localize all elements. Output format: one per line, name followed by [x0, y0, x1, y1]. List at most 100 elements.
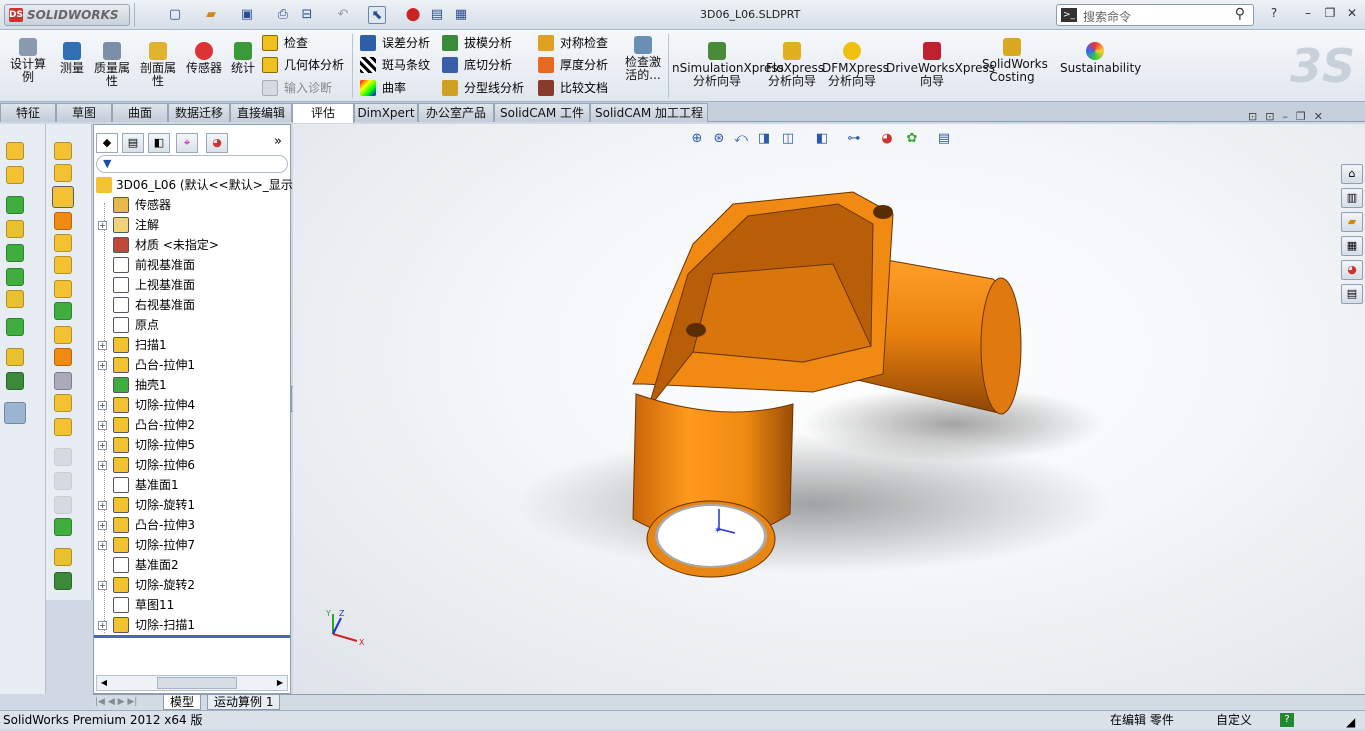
tree-node[interactable]: + 凸台-拉伸3 [94, 515, 290, 535]
section-properties-button[interactable]: 剖面属性 [138, 42, 178, 88]
file-explorer-icon[interactable]: ▰ [1341, 212, 1363, 232]
sensor-button[interactable]: 传感器 [184, 42, 224, 75]
reference-point-icon[interactable] [54, 548, 72, 566]
tree-node[interactable]: 原点 [94, 315, 290, 335]
thickness-analysis-button[interactable]: 厚度分析 [536, 55, 608, 75]
costing-button[interactable]: SolidWorks Costing [982, 38, 1048, 84]
magnifier-icon[interactable]: ⚲ [1235, 6, 1245, 22]
tree-node[interactable]: 材质 <未指定> [94, 235, 290, 255]
cut-icon[interactable] [54, 212, 72, 230]
hole-wizard-icon[interactable] [54, 234, 72, 252]
mass-properties-button[interactable]: 质量属性 [92, 42, 132, 88]
rib-icon[interactable] [6, 220, 24, 238]
tab-solidcam-stock[interactable]: SolidCAM 工件 [494, 103, 590, 122]
viewport-window-controls[interactable]: ⊡⊡–❐✕ [1248, 110, 1331, 123]
tab-motion-study[interactable]: 运动算例 1 [207, 695, 281, 710]
curvature-button[interactable]: 曲率 [358, 78, 406, 98]
scroll-right-icon[interactable]: ▶ [273, 676, 287, 690]
design-study-button[interactable]: 设计算例 [8, 38, 48, 84]
expand-node-icon[interactable]: + [98, 341, 107, 350]
status-arrow-icon[interactable]: ◢ [1346, 713, 1355, 731]
home-icon[interactable]: ⌂ [1341, 164, 1363, 184]
parting-line-button[interactable]: 分型线分析 [440, 78, 524, 98]
floxpress-button[interactable]: FloXpress分析向导 [766, 42, 824, 88]
tree-node[interactable]: + 切除-拉伸7 [94, 535, 290, 555]
move-face-icon[interactable] [54, 518, 72, 536]
display-manager-tab-icon[interactable]: ◕ [206, 133, 228, 153]
geometry-analysis-button[interactable]: 几何体分析 [260, 55, 344, 75]
custom-properties-icon[interactable]: ▤ [1341, 284, 1363, 304]
expand-node-icon[interactable]: + [98, 461, 107, 470]
compare-documents-button[interactable]: 比较文档 [536, 78, 608, 98]
tree-node[interactable]: + 凸台-拉伸1 [94, 355, 290, 375]
file-properties-icon[interactable]: ▤ [428, 6, 446, 24]
property-manager-tab-icon[interactable]: ▤ [122, 133, 144, 153]
sweep-boss-icon[interactable] [54, 142, 72, 160]
draft-tool-icon[interactable] [6, 268, 24, 286]
symmetry-check-button[interactable]: 对称检查 [536, 33, 608, 53]
zebra-stripes-button[interactable]: 斑马条纹 [358, 55, 430, 75]
fillet-icon[interactable] [6, 196, 24, 214]
helix-icon[interactable] [54, 572, 72, 590]
flex-icon[interactable] [54, 326, 72, 344]
tab-model[interactable]: 模型 [163, 695, 202, 710]
tab-navigation-icon[interactable]: |◀ ◀ ▶ ▶| [95, 695, 161, 710]
tab-dimxpert[interactable]: DimXpert [354, 103, 418, 122]
print-icon[interactable]: ⎙ [274, 6, 292, 24]
tree-node[interactable]: 抽壳1 [94, 375, 290, 395]
chamfer-icon[interactable] [54, 256, 72, 274]
minimize-icon[interactable]: – [1298, 6, 1318, 22]
scroll-left-icon[interactable]: ◀ [97, 676, 111, 690]
rebuild-icon[interactable]: ⬤ [404, 6, 422, 24]
search-box[interactable]: >_ 搜索命令 ⚲ [1056, 4, 1254, 26]
reference-geometry-icon[interactable] [6, 348, 24, 366]
extrude-boss-icon[interactable] [6, 142, 24, 160]
tree-node[interactable]: + 注解 [94, 215, 290, 235]
feature-manager-tab-icon[interactable]: ◆ [96, 133, 118, 153]
dome-icon[interactable] [54, 302, 72, 320]
split-icon[interactable] [54, 418, 72, 436]
dimxpert-manager-tab-icon[interactable]: ⌖ [176, 133, 198, 153]
expand-node-icon[interactable]: + [98, 401, 107, 410]
tab-evaluate[interactable]: 评估 [292, 103, 354, 123]
statistics-button[interactable]: 统计 [228, 42, 258, 75]
tree-node[interactable]: 上视基准面 [94, 275, 290, 295]
status-units[interactable]: 自定义 [1216, 711, 1252, 729]
freeform-icon[interactable] [54, 348, 72, 366]
expand-node-icon[interactable]: + [98, 621, 107, 630]
pattern-icon[interactable] [6, 290, 24, 308]
tab-direct-editing[interactable]: 直接编辑 [230, 103, 292, 122]
shell-tool-icon[interactable] [6, 244, 24, 262]
tree-horizontal-scrollbar[interactable]: ◀ ▶ [96, 675, 288, 691]
dfmxpress-button[interactable]: DFMXpress分析向导 [822, 42, 889, 88]
solidworks-logo[interactable]: DS SOLIDWORKS [4, 4, 130, 26]
tab-features[interactable]: 特征 [0, 103, 56, 122]
help-icon[interactable]: ? [1264, 6, 1284, 22]
tree-node[interactable]: 右视基准面 [94, 295, 290, 315]
configuration-manager-tab-icon[interactable]: ◧ [148, 133, 170, 153]
view-palette-icon[interactable]: ▦ [1341, 236, 1363, 256]
expand-panel-icon[interactable]: » [274, 134, 282, 149]
select-cursor-icon[interactable]: ⬉ [368, 6, 386, 24]
wrap-icon[interactable] [54, 280, 72, 298]
tree-node[interactable]: + 切除-拉伸6 [94, 455, 290, 475]
check-button[interactable]: 检查 [260, 33, 308, 53]
tree-node[interactable]: + 切除-拉伸5 [94, 435, 290, 455]
expand-node-icon[interactable]: + [98, 541, 107, 550]
expand-node-icon[interactable]: + [98, 521, 107, 530]
options-icon[interactable]: ▦ [452, 6, 470, 24]
simulationxpress-button[interactable]: nSimulationXpress分析向导 [672, 42, 784, 88]
expand-node-icon[interactable]: + [98, 221, 107, 230]
curves-icon[interactable] [6, 372, 24, 390]
tree-root[interactable]: 3D06_L06 (默认<<默认>_显示 [94, 175, 293, 195]
tree-node[interactable]: + 切除-扫描1 [94, 615, 290, 635]
appearances-icon[interactable]: ◕ [1341, 260, 1363, 280]
tab-solidcam-machining[interactable]: SolidCAM 加工工程 [590, 103, 708, 122]
tree-node[interactable]: + 切除-拉伸4 [94, 395, 290, 415]
tab-sketch[interactable]: 草图 [56, 103, 112, 122]
tree-node[interactable]: + 扫描1 [94, 335, 290, 355]
tree-node[interactable]: 前视基准面 [94, 255, 290, 275]
tree-node[interactable]: + 凸台-拉伸2 [94, 415, 290, 435]
deviation-analysis-button[interactable]: 误差分析 [358, 33, 430, 53]
expand-node-icon[interactable]: + [98, 441, 107, 450]
